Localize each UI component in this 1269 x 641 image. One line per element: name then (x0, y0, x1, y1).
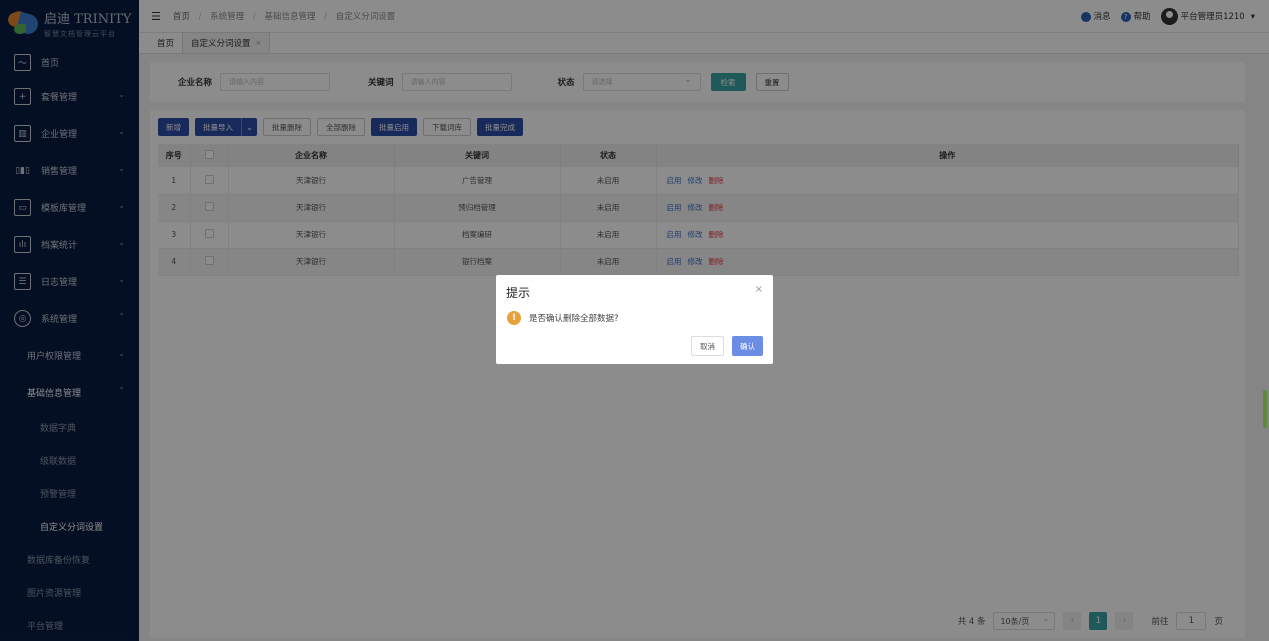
confirm-dialog: 提示 × ! 是否确认删除全部数据? 取消 确认 (496, 275, 773, 364)
scroll-handle[interactable] (1263, 390, 1267, 428)
dialog-body: ! 是否确认删除全部数据? (507, 311, 619, 325)
dialog-title: 提示 (506, 286, 531, 300)
dialog-buttons: 取消 确认 (691, 336, 763, 356)
dialog-message: 是否确认删除全部数据? (529, 314, 619, 324)
confirm-button[interactable]: 确认 (732, 336, 763, 356)
warning-icon: ! (507, 311, 521, 325)
cancel-button[interactable]: 取消 (691, 336, 724, 356)
close-icon[interactable]: × (755, 284, 763, 295)
